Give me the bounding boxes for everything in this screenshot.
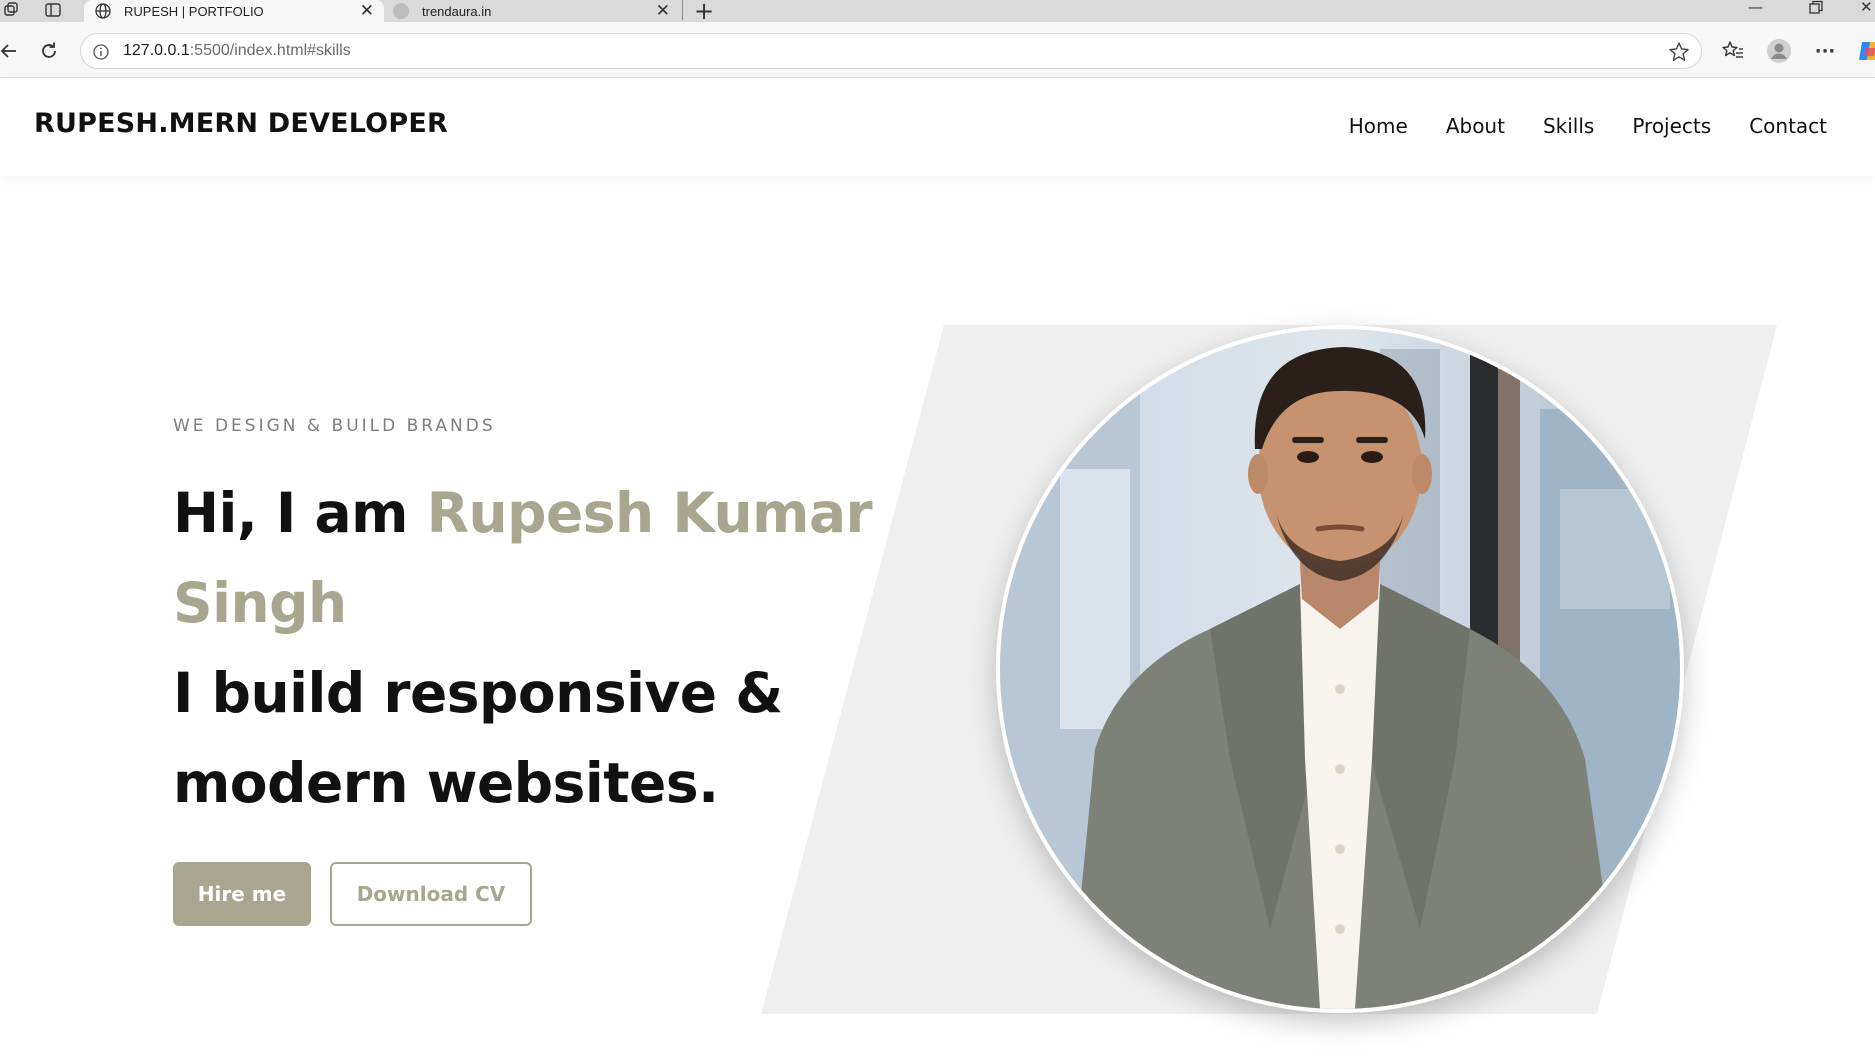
site-header: RUPESH.MERN DEVELOPER Home About Skills … bbox=[0, 78, 1875, 176]
main-nav: Home About Skills Projects Contact bbox=[1349, 114, 1827, 138]
minimize-icon[interactable]: — bbox=[1748, 0, 1763, 16]
tab-title: trendaura.in bbox=[422, 3, 492, 19]
more-options-icon[interactable]: ··· bbox=[1812, 38, 1838, 64]
address-bar[interactable]: 127.0.0.1:5500/index.html#skills bbox=[80, 33, 1702, 69]
profile-photo bbox=[996, 325, 1684, 1013]
profile-photo-illustration bbox=[1000, 329, 1680, 1009]
tab-portfolio[interactable]: RUPESH | PORTFOLIO ✕ bbox=[84, 0, 384, 22]
close-tab-icon[interactable]: ✕ bbox=[360, 1, 374, 21]
download-cv-button[interactable]: Download CV bbox=[330, 862, 532, 926]
site-info-icon[interactable] bbox=[92, 43, 110, 61]
nav-contact[interactable]: Contact bbox=[1749, 114, 1827, 138]
url-host: 127.0.0.1 bbox=[123, 42, 190, 59]
nav-skills[interactable]: Skills bbox=[1543, 114, 1594, 138]
copilot-icon[interactable] bbox=[1856, 38, 1875, 64]
site-favicon-icon bbox=[392, 2, 410, 20]
hero-eyebrow: WE DESIGN & BUILD BRANDS bbox=[173, 416, 496, 436]
globe-icon bbox=[94, 2, 112, 20]
vertical-tabs-icon[interactable] bbox=[44, 1, 62, 19]
tab-trendaura[interactable]: trendaura.in ✕ bbox=[388, 0, 680, 22]
profile-avatar-icon[interactable] bbox=[1766, 38, 1792, 64]
url-text: 127.0.0.1:5500/index.html#skills bbox=[123, 42, 351, 60]
reload-icon[interactable] bbox=[36, 38, 62, 64]
hero-greeting: Hi, I am bbox=[173, 481, 427, 545]
brand-logo-text[interactable]: RUPESH.MERN DEVELOPER bbox=[34, 108, 448, 139]
restore-icon[interactable] bbox=[1808, 0, 1824, 20]
nav-home[interactable]: Home bbox=[1349, 114, 1408, 138]
tab-separator bbox=[682, 0, 683, 20]
close-tab-icon[interactable]: ✕ bbox=[656, 1, 670, 21]
workspaces-icon[interactable] bbox=[2, 1, 20, 19]
browser-toolbar: 127.0.0.1:5500/index.html#skills ··· bbox=[0, 22, 1875, 78]
nav-projects[interactable]: Projects bbox=[1632, 114, 1711, 138]
tab-title: RUPESH | PORTFOLIO bbox=[124, 3, 264, 19]
hero-tagline: I build responsive & modern websites. bbox=[173, 661, 783, 815]
favorites-icon[interactable] bbox=[1720, 38, 1746, 64]
back-arrow-icon[interactable] bbox=[0, 38, 22, 64]
hire-me-button[interactable]: Hire me bbox=[173, 862, 311, 926]
favorite-star-icon[interactable] bbox=[1667, 40, 1691, 64]
nav-about[interactable]: About bbox=[1446, 114, 1505, 138]
browser-tab-strip: RUPESH | PORTFOLIO ✕ trendaura.in ✕ + — … bbox=[0, 0, 1875, 25]
hero-headline: Hi, I am Rupesh Kumar Singh I build resp… bbox=[173, 468, 913, 828]
close-window-icon[interactable]: ✕ bbox=[1860, 0, 1873, 16]
url-path: :5500/index.html#skills bbox=[189, 42, 351, 59]
